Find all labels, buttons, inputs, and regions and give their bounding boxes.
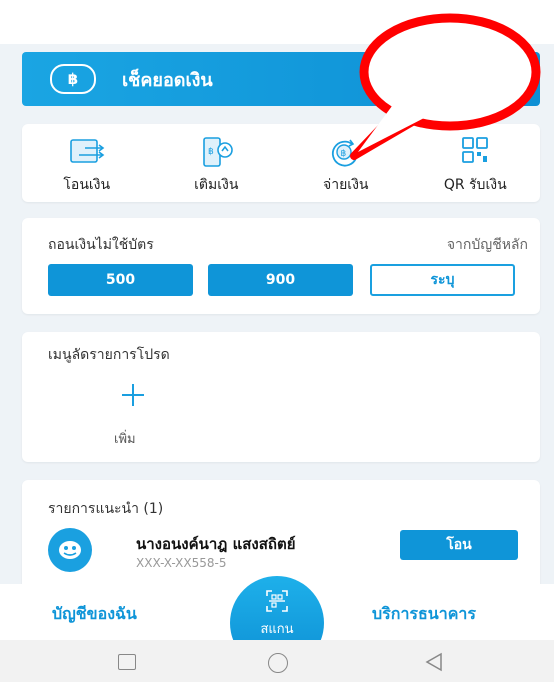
system-nav-bar [0,640,554,682]
annotation-speech-bubble [350,13,541,160]
transfer-icon [69,139,105,163]
payee-account: XXX-X-XX558-5 [136,556,227,570]
recent-apps-icon[interactable] [118,654,136,670]
withdraw-title: ถอนเงินไม่ใช้บัตร [48,237,154,253]
withdraw-custom-button[interactable]: ระบุ [370,264,515,296]
cardless-withdraw-card: ถอนเงินไม่ใช้บัตร จากบัญชีหลัก 500 900 ร… [22,218,540,314]
plus-icon[interactable] [122,384,144,406]
payee-name: นางอนงค์นาฎ แสงสถิตย์ [136,535,296,553]
quick-action-label: โอนเงิน [63,177,111,193]
scan-button-wrap: สแกน [222,570,332,680]
nav-bank-services[interactable]: บริการธนาคาร [372,602,476,627]
quick-action-label: เติมเงิน [194,177,239,193]
home-icon[interactable] [268,653,288,673]
back-icon[interactable] [424,652,444,672]
scan-label: สแกน [260,622,294,637]
app-screen: ฿ เช็คยอดเงิน โอนเงิน ฿ เติมเงิน ฿ จ่ายเ… [0,0,554,682]
transfer-button[interactable]: โอน [400,530,518,560]
favorites-title: เมนูลัดรายการโปรด [48,347,170,363]
withdraw-amount-button[interactable]: 900 [208,264,353,296]
baht-icon: ฿ [50,64,96,94]
quick-action-topup[interactable]: ฿ เติมเงิน [152,124,282,202]
topup-icon: ฿ [203,137,234,167]
nav-my-account[interactable]: บัญชีของฉัน [52,602,137,627]
quick-action-label: QR รับเงิน [443,177,507,193]
withdraw-source[interactable]: จากบัญชีหลัก [447,234,528,256]
scan-icon [266,590,288,612]
add-favorite-label[interactable]: เพิ่ม [114,428,136,449]
check-balance-label: เช็คยอดเงิน [122,69,213,91]
quick-action-label: จ่ายเงิน [323,177,369,193]
favorites-card: เมนูลัดรายการโปรด เพิ่ม [22,332,540,462]
recommended-title: รายการแนะนำ (1) [48,501,164,517]
quick-action-transfer[interactable]: โอนเงิน [22,124,152,202]
bank-logo-icon [48,528,92,572]
svg-text:฿: ฿ [208,147,214,157]
withdraw-amount-button[interactable]: 500 [48,264,193,296]
